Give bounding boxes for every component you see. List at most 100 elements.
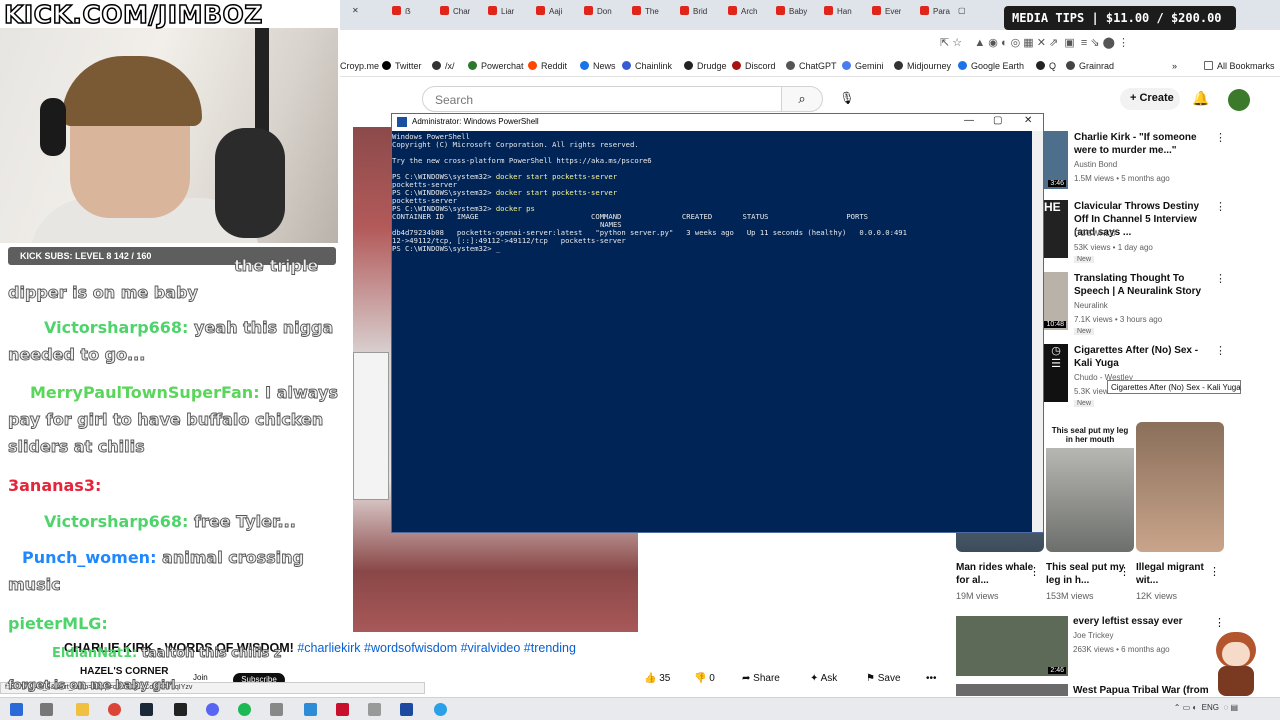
- app-icon[interactable]: [270, 703, 283, 716]
- more-options-icon[interactable]: ⋮: [1215, 344, 1226, 357]
- more-options-icon[interactable]: ⋮: [1119, 565, 1130, 578]
- browser-tab[interactable]: Han: [824, 6, 852, 24]
- app-icon[interactable]: [336, 703, 349, 716]
- bookmark-item[interactable]: Twitter: [382, 61, 422, 71]
- more-actions-icon[interactable]: •••: [926, 669, 937, 689]
- grid-icon: [432, 61, 441, 70]
- tab-close-icon[interactable]: ✕: [352, 6, 359, 24]
- more-options-icon[interactable]: ⋮: [1215, 272, 1226, 285]
- video-thumbnail[interactable]: [956, 684, 1068, 696]
- news-icon: [580, 61, 589, 70]
- chat-message: 3ananas3:: [8, 476, 102, 495]
- youtube-favicon-icon: [872, 6, 881, 15]
- search-input[interactable]: Search: [422, 86, 782, 112]
- chat-message: Punch_women: animal crossing music: [8, 548, 305, 595]
- headphones-icon: [40, 98, 66, 156]
- dislike-button[interactable]: 👎 0: [694, 669, 715, 689]
- bookmark-icon: ⚑: [866, 673, 875, 684]
- share-button[interactable]: ➦ Share: [742, 669, 780, 689]
- powerchat-icon: [468, 61, 477, 70]
- video-thumbnail: ◷ ☰: [1044, 344, 1068, 402]
- new-badge: New: [1074, 256, 1095, 263]
- chat-message: the triple dipper is on me baby: [8, 256, 319, 303]
- video-title: Charlie Kirk - "If someone were to murde…: [1074, 132, 1197, 156]
- chrome-icon[interactable]: [108, 703, 121, 716]
- midjourney-icon: [894, 61, 903, 70]
- save-button[interactable]: ⚑ Save: [866, 669, 901, 689]
- bookmark-item[interactable]: Discord: [732, 61, 776, 71]
- create-button[interactable]: + Create: [1120, 88, 1180, 110]
- bookmark-item[interactable]: News: [580, 61, 616, 71]
- anime-character-sticker: [1202, 628, 1266, 698]
- search-button[interactable]: ⌕: [781, 86, 823, 112]
- video-meta: 7.1K views • 3 hours ago: [1074, 315, 1163, 324]
- browser-tab[interactable]: Arch: [728, 6, 757, 24]
- youtube-favicon-icon: [776, 6, 785, 15]
- bookmark-item[interactable]: Chainlink: [622, 61, 672, 71]
- browser-tab[interactable]: Para: [920, 6, 950, 24]
- video-thumbnail[interactable]: 2:46: [956, 616, 1068, 676]
- browser-tab[interactable]: Don: [584, 6, 612, 24]
- short-caption: This seal put my leg in her mouth: [1046, 422, 1134, 448]
- ask-button[interactable]: ✦ Ask: [810, 669, 837, 689]
- bookmark-item[interactable]: Grainrad: [1066, 61, 1114, 71]
- terminal-icon[interactable]: [174, 703, 187, 716]
- browser-tab[interactable]: The: [632, 6, 659, 24]
- powershell-titlebar[interactable]: Administrator: Windows PowerShell — ▢ ✕: [392, 114, 1043, 131]
- extension-icons[interactable]: ⇱ ☆ ▲ ◉ ◐ ◎ ▦ ✕ ⇗ ▣ ≡ ⇘ ⬤ ⋮: [940, 36, 1129, 49]
- all-bookmarks[interactable]: All Bookmarks: [1204, 61, 1275, 71]
- bookmark-item[interactable]: Reddit: [528, 61, 567, 71]
- browser-tab[interactable]: Brid: [680, 6, 707, 24]
- discord-icon[interactable]: [206, 703, 219, 716]
- close-icon[interactable]: ✕: [1024, 115, 1032, 126]
- app-icon[interactable]: [434, 703, 447, 716]
- video-frame-detail: [353, 352, 389, 500]
- channel-name[interactable]: HAZEL'S CORNER: [80, 666, 169, 677]
- system-tray[interactable]: ⌃ ▭ ◐ ENG ◌ ▤: [1174, 703, 1238, 712]
- browser-tab[interactable]: Char: [440, 6, 470, 24]
- browser-tab[interactable]: Baby: [776, 6, 807, 24]
- maximize-icon[interactable]: ▢: [993, 115, 1002, 126]
- spotify-icon[interactable]: [238, 703, 251, 716]
- more-options-icon[interactable]: ⋮: [1215, 131, 1226, 144]
- chat-message: MerryPaulTownSuperFan: I always pay for …: [8, 383, 339, 457]
- more-options-icon[interactable]: ⋮: [1209, 565, 1220, 578]
- minimize-icon[interactable]: —: [964, 115, 974, 126]
- bookmark-item[interactable]: Google Earth: [958, 61, 1024, 71]
- bookmark-item[interactable]: Q: [1036, 61, 1056, 71]
- search-icon[interactable]: [40, 703, 53, 716]
- bookmark-item[interactable]: Midjourney: [894, 61, 951, 71]
- bookmark-item[interactable]: Drudge: [684, 61, 727, 71]
- q-icon: [1036, 61, 1045, 70]
- bookmark-item[interactable]: Powerchat: [468, 61, 524, 71]
- bookmark-item[interactable]: Gemini: [842, 61, 884, 71]
- app-icon[interactable]: [304, 703, 317, 716]
- new-tab-icon[interactable]: ▢: [958, 6, 966, 24]
- file-explorer-icon[interactable]: [76, 703, 89, 716]
- browser-tab[interactable]: Ever: [872, 6, 901, 24]
- avatar[interactable]: [1228, 89, 1250, 111]
- notifications-bell-icon[interactable]: 🔔: [1192, 90, 1209, 107]
- microphone-icon[interactable]: 🎙: [836, 88, 858, 110]
- bookmarks-overflow-icon[interactable]: »: [1172, 61, 1177, 71]
- youtube-favicon-icon: [536, 6, 545, 15]
- bookmark-item[interactable]: /x/: [432, 61, 455, 71]
- like-button[interactable]: 👍 35: [644, 669, 670, 689]
- bookmark-item[interactable]: Croyp.me: [340, 61, 379, 71]
- powershell-console[interactable]: Windows PowerShell Copyright (C) Microso…: [392, 131, 1032, 532]
- stream-brand: KICK.COM/JIMBOZ: [3, 0, 263, 30]
- windows-start-icon[interactable]: [10, 703, 23, 716]
- bookmark-item[interactable]: ChatGPT: [786, 61, 837, 71]
- channel-name: Austin Bond: [1074, 160, 1118, 169]
- more-options-icon[interactable]: ⋮: [1215, 200, 1226, 213]
- steam-icon[interactable]: [140, 703, 153, 716]
- browser-tab[interactable]: Liar: [488, 6, 514, 24]
- browser-tab[interactable]: ẞ: [392, 6, 411, 24]
- powershell-window[interactable]: Administrator: Windows PowerShell — ▢ ✕ …: [391, 113, 1044, 533]
- browser-tab[interactable]: Aaji: [536, 6, 562, 24]
- app-icon[interactable]: [368, 703, 381, 716]
- powershell-taskbar-icon[interactable]: [400, 703, 413, 716]
- console-scrollbar[interactable]: [1032, 131, 1043, 532]
- more-options-icon[interactable]: ⋮: [1029, 565, 1040, 578]
- video-title: Translating Thought To Speech | A Neural…: [1074, 273, 1202, 297]
